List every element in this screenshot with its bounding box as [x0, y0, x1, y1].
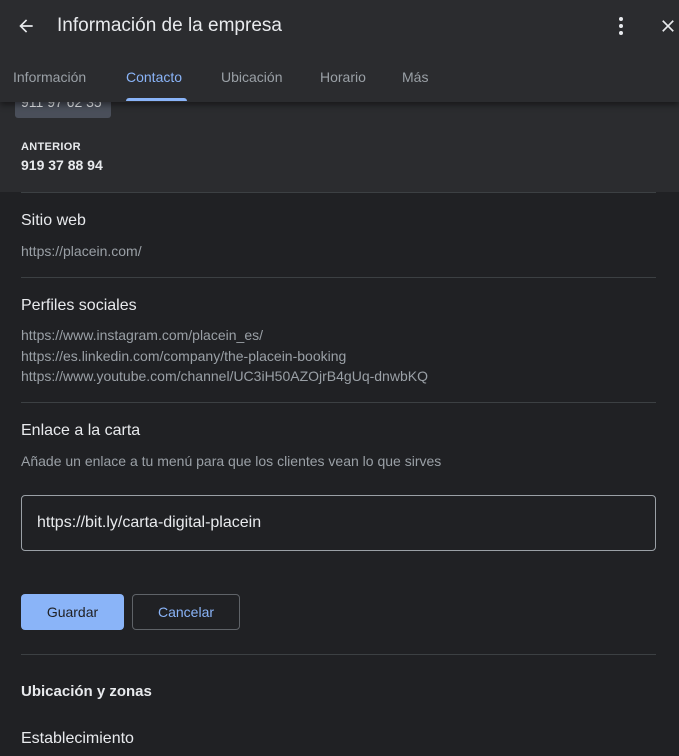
tab-bar: Información Contacto Ubicación Horario M…: [0, 62, 679, 102]
app-header: Información de la empresa Información Co…: [0, 0, 679, 102]
back-button[interactable]: [14, 14, 38, 38]
previous-phone-value: 919 37 88 94: [21, 157, 103, 173]
divider: [21, 402, 656, 403]
page-title: Información de la empresa: [57, 15, 282, 36]
contact-content: 911 97 62 35 ANTERIOR 919 37 88 94 Sitio…: [0, 94, 679, 756]
arrow-left-icon: [19, 19, 33, 33]
tab-informacion[interactable]: Información: [13, 62, 86, 102]
phone-section: 911 97 62 35 ANTERIOR 919 37 88 94: [0, 94, 679, 192]
more-vertical-icon: [619, 17, 623, 35]
social-link-linkedin: https://es.linkedin.com/company/the-plac…: [21, 348, 347, 364]
close-button[interactable]: [656, 14, 679, 38]
website-url: https://placein.com/: [21, 243, 142, 259]
previous-phone-label: ANTERIOR: [21, 141, 81, 153]
tab-ubicacion[interactable]: Ubicación: [221, 62, 282, 102]
divider: [21, 654, 656, 655]
active-tab-indicator: [126, 98, 187, 101]
menu-url-input[interactable]: [21, 495, 656, 551]
website-title: Sitio web: [21, 212, 86, 229]
close-icon: [662, 20, 674, 32]
cancel-button[interactable]: Cancelar: [132, 594, 240, 630]
tab-contacto[interactable]: Contacto: [126, 62, 182, 102]
divider: [21, 277, 656, 278]
social-link-instagram: https://www.instagram.com/placein_es/: [21, 327, 263, 343]
location-zones-title: Ubicación y zonas: [21, 683, 152, 700]
tab-mas[interactable]: Más: [402, 62, 428, 102]
menu-link-description: Añade un enlace a tu menú para que los c…: [21, 453, 442, 469]
social-profiles-title: Perfiles sociales: [21, 297, 137, 314]
establishment-title: Establecimiento: [21, 730, 134, 747]
save-button[interactable]: Guardar: [21, 594, 124, 630]
tab-horario[interactable]: Horario: [320, 62, 366, 102]
social-link-youtube: https://www.youtube.com/channel/UC3iH50A…: [21, 368, 428, 384]
menu-link-title: Enlace a la carta: [21, 422, 141, 439]
divider: [21, 192, 656, 193]
more-options-button[interactable]: [609, 14, 633, 38]
